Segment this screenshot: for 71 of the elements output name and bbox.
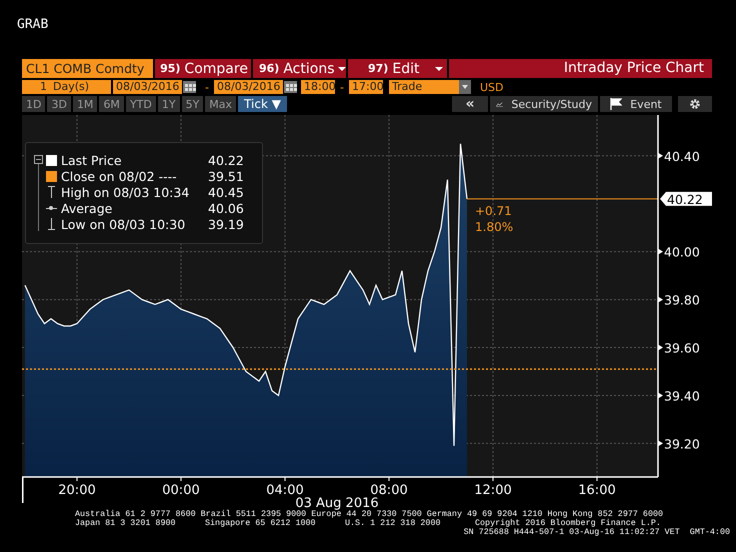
date-field[interactable]: 08/03/2016 (113, 80, 182, 94)
period-tab[interactable]: 5Y (182, 96, 204, 112)
period-tab[interactable]: Max (205, 96, 236, 112)
low-marker-icon (48, 218, 55, 230)
legend-label: High on 08/03 10:34 (61, 184, 190, 200)
calendar-icon[interactable] (183, 81, 196, 93)
legend-label: Low on 08/03 10:30 (61, 216, 186, 232)
axis-label: 20:00 (58, 483, 96, 498)
time-field[interactable]: 18:00 (301, 80, 335, 94)
settings-button[interactable] (678, 96, 712, 112)
period-tab[interactable]: 1Y (158, 96, 180, 112)
change-label: 1.80% (475, 220, 514, 234)
security-field[interactable]: CL1 COMB Comdty (22, 59, 153, 78)
legend-label: Last Price (61, 152, 123, 168)
period-tab[interactable]: 6M (99, 96, 124, 112)
legend-label: Average (61, 200, 114, 216)
axis-label: 12:00 (474, 483, 512, 498)
axis-label: 39.80 (664, 292, 700, 308)
legend-label: Close on 08/02 ---- (61, 168, 178, 184)
legend-value: 40.06 (208, 200, 245, 216)
count-field[interactable]: 1 (22, 80, 50, 94)
chart-title: Intraday Price Chart (449, 59, 712, 78)
axis-label: 16:00 (578, 483, 616, 498)
separator-text: - (339, 80, 345, 94)
axis-label: 08:00 (370, 483, 408, 498)
legend-value: 40.45 (208, 184, 245, 200)
legend-value: 39.19 (208, 216, 245, 232)
collapse-button[interactable]: « (452, 96, 488, 112)
axis-label: 39.40 (664, 388, 700, 404)
collapse-icon[interactable] (34, 155, 43, 164)
footer-text: U.S. 1 212 318 2000 (345, 519, 442, 528)
date-label: 03 Aug 2016 (295, 496, 379, 511)
currency-label: USD (480, 80, 504, 94)
ref-line-label: 40.22 (667, 192, 703, 207)
menu-button[interactable]: 95) Compare (155, 59, 251, 78)
axis-label: 00:00 (162, 483, 200, 498)
settings-icon (689, 98, 701, 110)
footer-text: Singapore 65 6212 1000 (205, 519, 317, 528)
period-tab[interactable]: 3D (47, 96, 71, 112)
period-tab[interactable]: 1M (72, 96, 98, 112)
period-tab[interactable]: YTD (126, 96, 156, 112)
axis-label: 40.40 (664, 148, 700, 164)
event-button[interactable]: Event (600, 96, 672, 112)
legend-value: 39.51 (208, 168, 245, 184)
date-field[interactable]: 08/03/2016 (214, 80, 283, 94)
dropdown-button[interactable] (459, 80, 471, 94)
footer-text: SN 725688 H444-507-1 03-Aug-16 11:02:27 VET GMT-4:00 (464, 528, 730, 537)
calendar-icon[interactable] (284, 81, 297, 93)
axis-label: 04:00 (266, 483, 304, 498)
time-field[interactable]: 17:00 (349, 80, 383, 94)
caret-icon (435, 66, 443, 70)
footer-text: Copyright 2016 Bloomberg Finance L.P. (475, 519, 661, 528)
change-label: +0.71 (475, 204, 512, 218)
last-price-tag: 40.22 (660, 192, 712, 207)
separator-text: - (204, 80, 210, 94)
menu-button[interactable]: 97) Edit (348, 59, 447, 78)
period-tab[interactable]: Tick ▼ (238, 96, 287, 112)
study-button[interactable]: Security/Study (490, 96, 598, 112)
unit-field[interactable]: Day(s) (50, 80, 111, 94)
period-tab[interactable]: 1D (22, 96, 46, 112)
axis-label: 40.00 (664, 244, 700, 260)
legend-value: 40.22 (208, 152, 245, 168)
window-title: GRAB (16, 16, 48, 34)
footer-text: Japan 81 3 3201 8900 (75, 519, 177, 528)
menu-button[interactable]: 96) Actions (253, 59, 346, 78)
axis-label: 39.60 (664, 340, 700, 356)
flag-icon (610, 98, 622, 110)
footer-text: Australia 61 2 9777 8600 Brazil 5511 2395 9000 Europe 44 20 7330 7500 Germany 49 69 9204 1210 Hong Kong 852 2977 6000 (75, 510, 664, 519)
axis-label: 39.20 (664, 436, 700, 452)
type-dropdown[interactable]: Trade (389, 80, 459, 94)
high-marker-icon (48, 186, 55, 198)
